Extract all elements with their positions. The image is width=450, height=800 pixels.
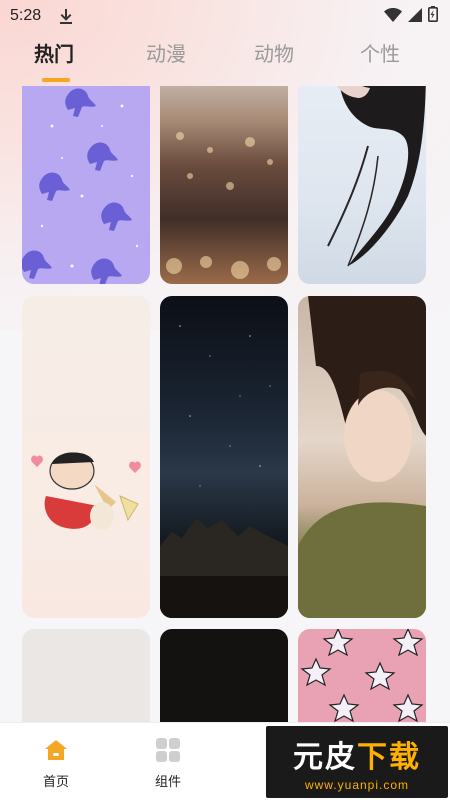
tab-animals[interactable]: 动物 [254, 38, 294, 67]
wallpaper-card-beige[interactable] [22, 629, 150, 722]
grid-icon [155, 737, 181, 763]
wallpaper-card-girl[interactable] [298, 86, 426, 284]
nav-widgets[interactable]: 组件 [128, 723, 208, 800]
man-portrait-image [298, 296, 426, 618]
girl-portrait-image [327, 86, 426, 267]
battery-icon [428, 6, 438, 26]
tab-anime[interactable]: 动漫 [146, 38, 186, 67]
night-sky-image [160, 325, 288, 618]
signal-icon [408, 7, 422, 26]
download-icon [59, 8, 73, 24]
nav-home-label: 首页 [42, 775, 69, 790]
star-pattern-image [300, 629, 424, 722]
tab-personality[interactable]: 个性 [360, 38, 400, 67]
wallpaper-card-black[interactable] [160, 629, 288, 722]
wallpaper-grid [0, 86, 450, 722]
dinosaur-pattern-image [22, 88, 139, 284]
wifi-icon [384, 7, 402, 26]
nav-home[interactable]: 首页 [16, 723, 96, 800]
watermark-url: www.yuanpi.com [304, 778, 410, 792]
home-icon [43, 737, 69, 763]
wallpaper-card-cartoon[interactable] [22, 296, 150, 618]
tab-indicator [42, 78, 70, 82]
wallpaper-card-man[interactable] [298, 296, 426, 618]
nav-widgets-label: 组件 [154, 775, 181, 790]
wallpaper-card-night-sky[interactable] [160, 296, 288, 618]
bokeh-water-image [166, 132, 281, 279]
wallpaper-card-dinosaur[interactable] [22, 86, 150, 284]
watermark-title: 元皮下载 [293, 740, 421, 775]
wallpaper-card-stars[interactable] [298, 629, 426, 722]
cartoon-boy-image [31, 452, 141, 530]
category-tabs: 热门 动漫 动物 个性 [0, 32, 450, 84]
wallpaper-card-bokeh[interactable] [160, 86, 288, 284]
yuanpi-watermark-logo: 元皮下载 www.yuanpi.com [266, 726, 448, 798]
tab-hot[interactable]: 热门 [34, 38, 74, 67]
status-time: 5:28 [10, 7, 42, 24]
status-bar: 5:28 [0, 0, 450, 32]
